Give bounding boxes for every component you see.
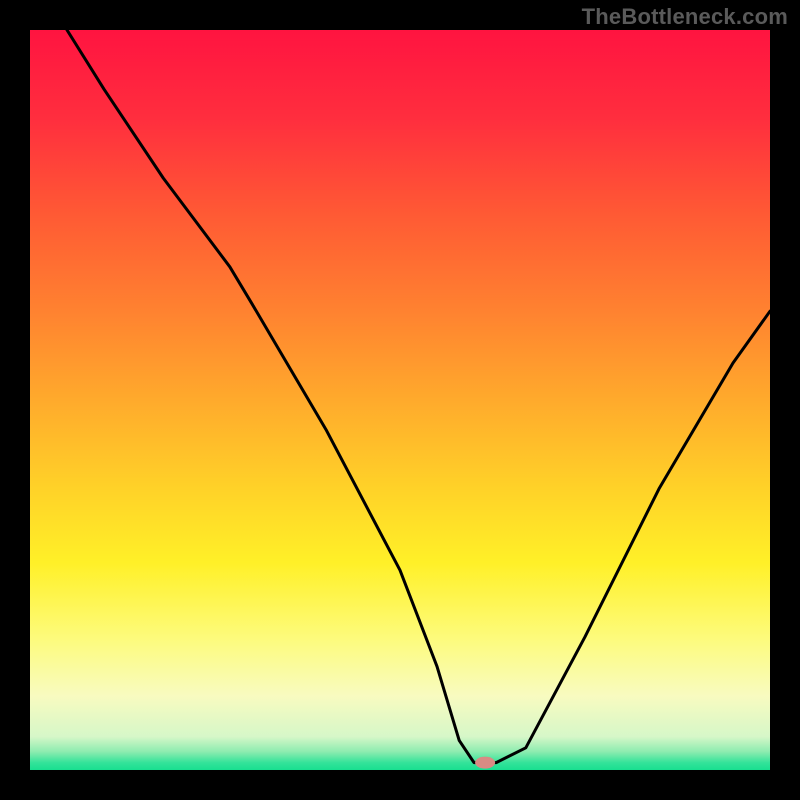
watermark-text: TheBottleneck.com [582,4,788,30]
chart-svg [30,30,770,770]
plot-area [30,30,770,770]
chart-frame: TheBottleneck.com [0,0,800,800]
gradient-rect [30,30,770,770]
optimal-point-marker [475,757,495,769]
